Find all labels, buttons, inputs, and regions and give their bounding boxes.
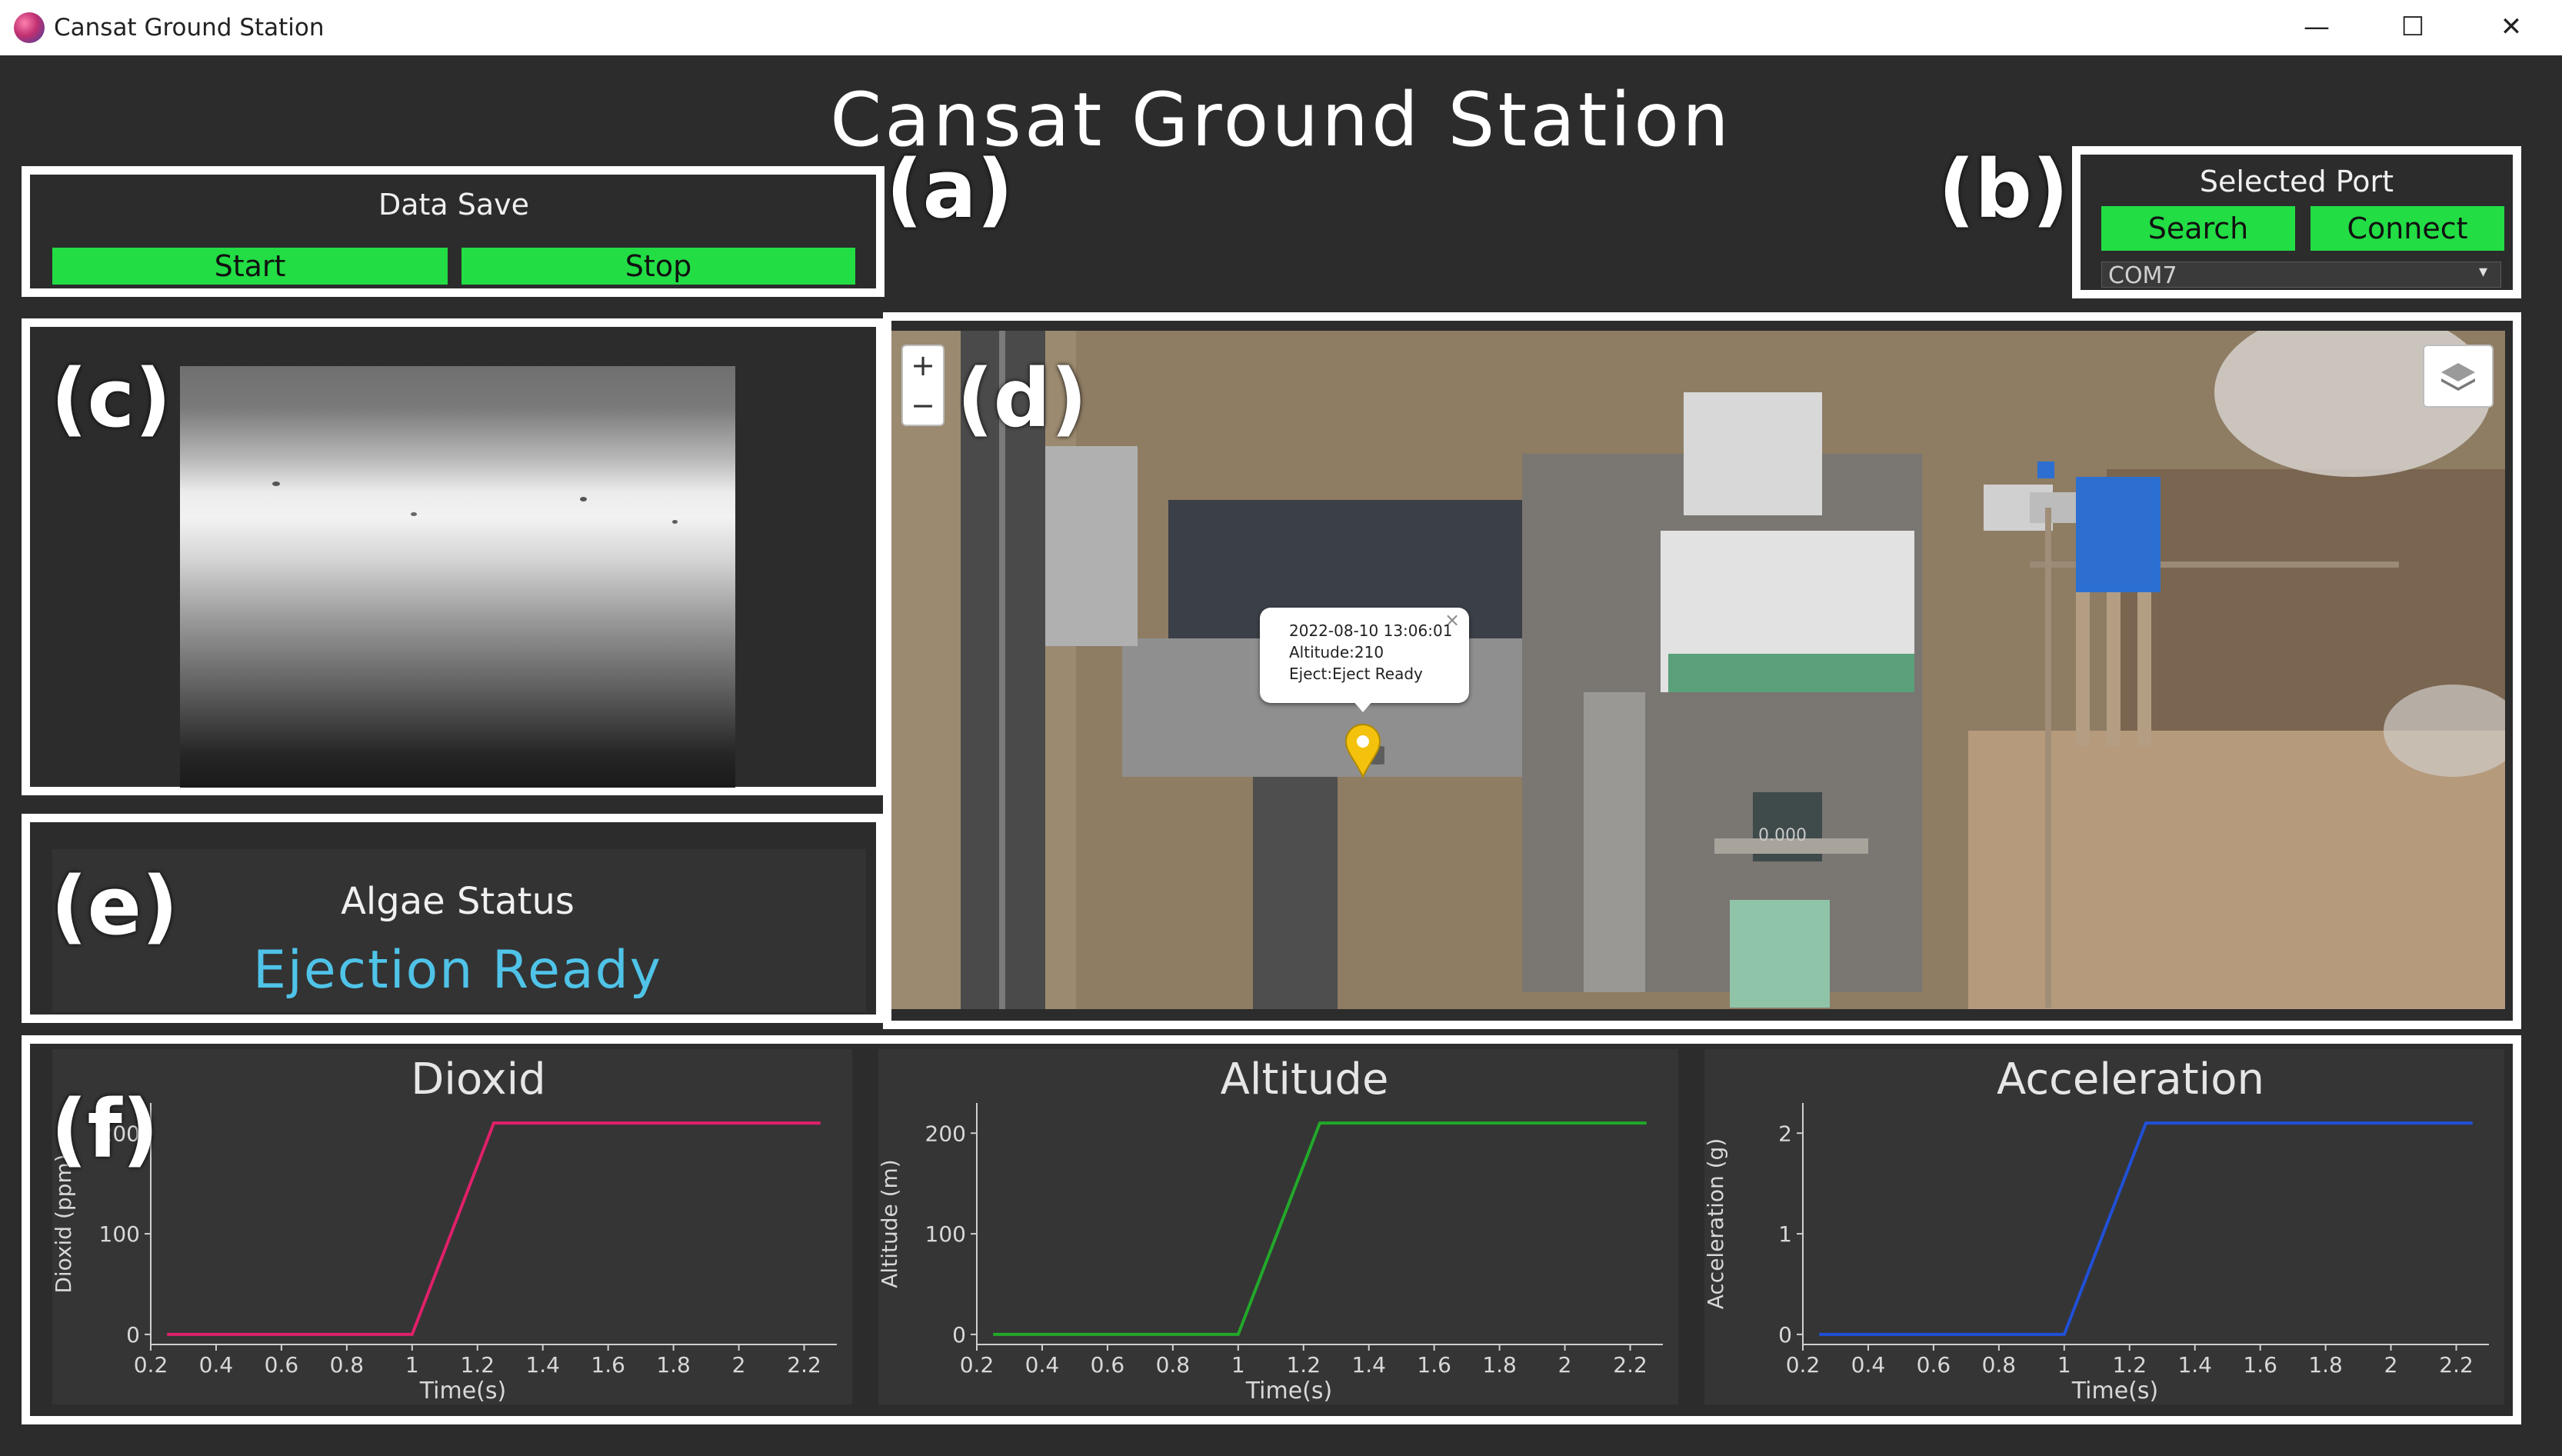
satellite-map[interactable] [891,331,2505,1009]
acceleration-x-axis-label: Time(s) [2071,1378,2158,1404]
algae-status-value: Ejection Ready [252,940,663,1001]
popup-altitude: Altitude:210 [1289,643,1384,661]
panel-label-c: (c) [51,352,172,445]
altitude-x-tick-label: 2 [1558,1352,1572,1378]
chart-dioxid: Dioxid 0.2 0.4 0.6 0.8 1 1.2 1.4 1.6 1.8 2 2.2 0 100 2… [51,1049,852,1404]
dioxid-chart-title: Dioxid [411,1055,545,1104]
acceleration-y-tick-label: 0 [1778,1322,1792,1348]
altitude-x-tick-label: 1 [1231,1352,1245,1378]
acceleration-x-tick-label: 1 [2057,1352,2071,1378]
camera-feed-image [180,366,735,788]
app-icon [14,12,45,43]
close-button[interactable]: ✕ [2465,0,2557,54]
acceleration-x-tick-label: 0.8 [1982,1352,2017,1378]
altitude-x-tick-label: 1.6 [1417,1352,1451,1378]
acceleration-x-tick-label: 2 [2384,1352,2398,1378]
acceleration-x-tick-label: 0.4 [1851,1352,1886,1378]
dioxid-x-tick-label: 1.4 [525,1352,560,1378]
popup-tip [1352,700,1374,712]
dioxid-x-tick-label: 1.8 [656,1352,691,1378]
dioxid-x-tick-label: 2.2 [787,1352,821,1378]
acceleration-x-tick-label: 1.2 [2112,1352,2147,1378]
dioxid-x-tick-label: 0.2 [134,1352,168,1378]
acceleration-x-tick-label: 0.2 [1786,1352,1821,1378]
acceleration-y-axis-label: Acceleration (g) [1704,1138,1728,1310]
altitude-y-axis-label: Altitude (m) [878,1159,902,1288]
dioxid-x-tick-label: 1.6 [591,1352,625,1378]
dioxid-y-tick-label: 100 [99,1221,140,1247]
panel-label-a: (a) [886,142,1014,236]
panel-label-b: (b) [1938,142,2069,236]
acceleration-x-tick-label: 0.6 [1917,1352,1951,1378]
chart-altitude-svg: Altitude 0.2 0.4 0.6 0.8 1 1.2 1.4 1.6 1.8 2 2.2 0 10… [877,1055,1663,1404]
altitude-x-tick-label: 0.2 [960,1352,994,1378]
camera-speck [580,497,587,501]
stop-button[interactable]: Stop [461,248,855,285]
altitude-x-tick-label: 1.8 [1482,1352,1517,1378]
port-dropdown-value: COM7 [2108,262,2177,289]
acceleration-x-tick-label: 1.4 [2177,1352,2212,1378]
map-ground-text: 0.000 [1758,826,1807,845]
dioxid-x-tick-label: 1.2 [460,1352,495,1378]
panel-label-f: (f) [51,1082,159,1176]
altitude-x-tick-label: 1.4 [1351,1352,1386,1378]
altitude-x-axis-label: Time(s) [1245,1378,1332,1404]
dioxid-x-tick-label: 1 [405,1352,419,1378]
panel-label-e: (e) [51,859,178,953]
altitude-chart-title: Altitude [1221,1055,1389,1104]
chevron-down-icon: ▾ [2479,262,2488,282]
window-title: Cansat Ground Station [54,14,325,42]
chart-altitude: Altitude 0.2 0.4 0.6 0.8 1 1.2 1.4 1.6 1.8 2 2.2 0 10… [877,1049,1678,1404]
start-button[interactable]: Start [52,248,448,285]
chart-acceleration-svg: Acceleration 0.2 0.4 0.6 0.8 1 1.2 1.4 1.6 1.8 2 2.… [1703,1055,2489,1404]
map-marker-icon[interactable] [1341,720,1384,778]
dioxid-x-tick-label: 0.4 [199,1352,234,1378]
chart-acceleration: Acceleration 0.2 0.4 0.6 0.8 1 1.2 1.4 1.6 1.8 2 2.… [1703,1049,2504,1404]
dioxid-x-tick-label: 0.8 [330,1352,365,1378]
altitude-y-tick-label: 100 [925,1221,966,1247]
altitude-y-tick-label: 200 [925,1121,966,1146]
altitude-series-line [993,1121,1647,1336]
dioxid-y-tick-label: 0 [126,1322,140,1348]
acceleration-y-tick-label: 2 [1778,1121,1792,1146]
camera-speck [672,520,678,524]
panel-label-d: (d) [957,352,1088,445]
dioxid-x-tick-label: 0.6 [265,1352,299,1378]
altitude-y-tick-label: 0 [952,1322,966,1348]
data-save-title: Data Save [378,188,530,222]
altitude-x-tick-label: 0.6 [1091,1352,1125,1378]
camera-speck [272,481,280,486]
altitude-x-tick-label: 0.8 [1156,1352,1191,1378]
map-zoom-in-button[interactable]: + [903,346,943,385]
satellite-map-graphic [891,331,2505,1009]
popup-eject: Eject:Eject Ready [1289,665,1423,683]
dioxid-series-line [167,1121,821,1336]
connect-button[interactable]: Connect [2310,206,2504,251]
map-layers-button[interactable] [2423,345,2494,408]
layers-icon [2441,363,2475,391]
maximize-button[interactable]: ☐ [2367,0,2459,54]
dioxid-x-axis-label: Time(s) [419,1378,506,1404]
map-zoom-out-button[interactable]: − [903,386,943,425]
acceleration-series-line [1819,1121,2473,1336]
window-title-bar [0,0,2562,57]
altitude-x-tick-label: 1.2 [1286,1352,1321,1378]
minimize-button[interactable]: — [2270,0,2363,54]
search-button[interactable]: Search [2101,206,2295,251]
map-marker-popup: × 2022-08-10 13:06:01 Altitude:210 Eject… [1260,608,1469,703]
altitude-x-tick-label: 2.2 [1613,1352,1647,1378]
acceleration-x-tick-label: 1.8 [2308,1352,2343,1378]
selected-port-title: Selected Port [2199,165,2394,198]
acceleration-x-tick-label: 2.2 [2439,1352,2474,1378]
chart-dioxid-svg: Dioxid0.2 0.4 0.6 0.8 1 1.2 1.4 1.6 1.8 2 2.201002… [51,1055,837,1404]
port-dropdown[interactable]: COM7 ▾ [2101,262,2501,289]
popup-time: 2022-08-10 13:06:01 [1289,621,1453,640]
altitude-x-tick-label: 0.4 [1025,1352,1060,1378]
acceleration-y-tick-label: 1 [1778,1221,1792,1247]
acceleration-chart-title: Acceleration [1997,1055,2264,1104]
camera-speck [411,512,417,516]
dioxid-x-tick-label: 2 [732,1352,746,1378]
algae-status-title: Algae Status [341,880,575,923]
acceleration-x-tick-label: 1.6 [2243,1352,2277,1378]
